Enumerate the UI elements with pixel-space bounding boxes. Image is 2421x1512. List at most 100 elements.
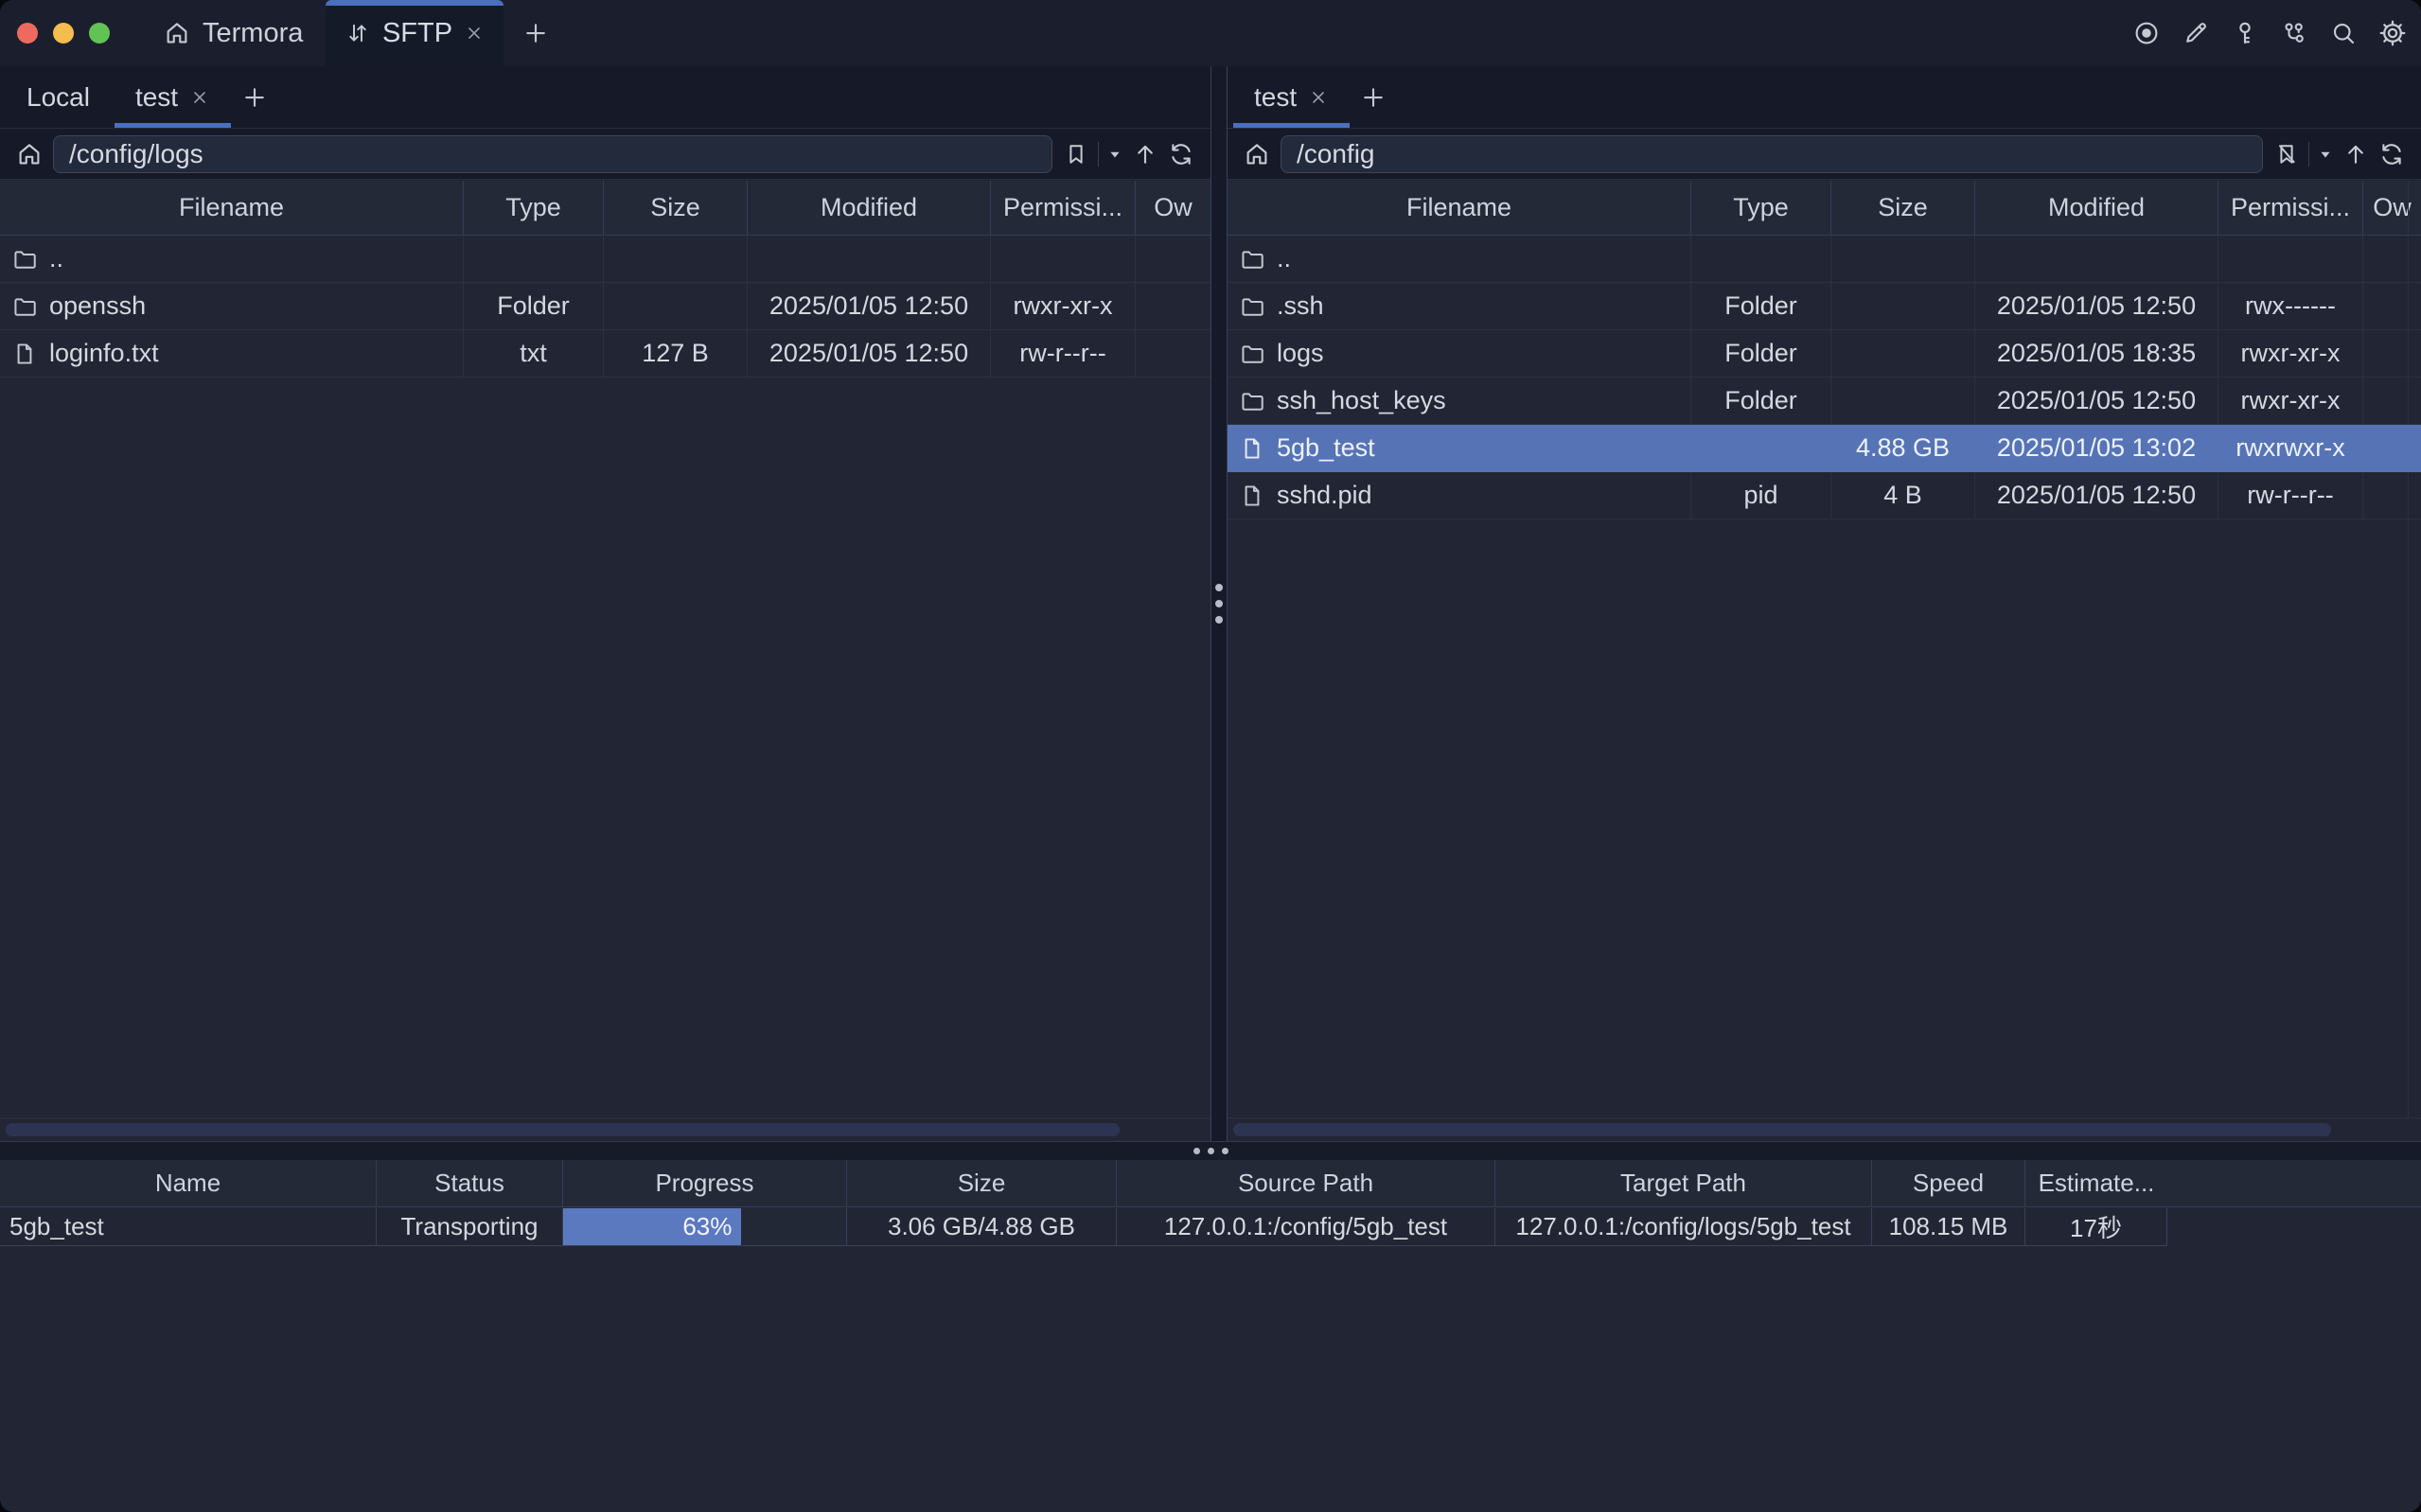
sftp-tab-label: SFTP xyxy=(382,18,452,49)
column-header-filename[interactable]: Filename xyxy=(1228,181,1691,235)
close-icon[interactable] xyxy=(189,87,210,108)
column-header-type[interactable]: Type xyxy=(464,181,604,235)
file-row-..[interactable]: .. xyxy=(1228,236,2421,283)
scrollbar-thumb[interactable] xyxy=(1233,1123,2331,1136)
search-button[interactable] xyxy=(2326,16,2360,50)
column-header-modified[interactable]: Modified xyxy=(1975,181,2218,235)
bookmark-button[interactable] xyxy=(1058,135,1094,173)
column-header-source-path[interactable]: Source Path xyxy=(1117,1160,1495,1206)
close-window-button[interactable] xyxy=(17,23,38,44)
permissions-cell: rwxrwxr-x xyxy=(2218,425,2363,471)
transfers-splitter[interactable] xyxy=(0,1141,2421,1160)
tab-test-left[interactable]: test xyxy=(113,66,233,128)
edit-button[interactable] xyxy=(2179,16,2213,50)
modified-cell: 2025/01/05 13:02 xyxy=(1975,425,2218,471)
column-header-name[interactable]: Name xyxy=(0,1160,377,1206)
bookmark-button[interactable] xyxy=(2269,135,2305,173)
file-row-logs[interactable]: logsFolder2025/01/05 18:35rwxr-xr-x xyxy=(1228,330,2421,378)
known-hosts-button[interactable] xyxy=(2277,16,2311,50)
add-pane-tab-button[interactable] xyxy=(1352,66,1395,128)
owner-cell xyxy=(1136,236,1210,282)
transfer-name-cell: 5gb_test xyxy=(0,1208,377,1246)
column-header-speed[interactable]: Speed xyxy=(1872,1160,2025,1206)
home-button[interactable] xyxy=(1239,135,1275,173)
left-file-table: FilenameTypeSizeModifiedPermissi...Ow ..… xyxy=(0,181,1210,1141)
column-header-permissi-[interactable]: Permissi... xyxy=(991,181,1136,235)
minimize-window-button[interactable] xyxy=(53,23,74,44)
add-pane-tab-button[interactable] xyxy=(233,66,276,128)
filename-cell: 5gb_test xyxy=(1228,425,1691,471)
horizontal-scrollbar[interactable] xyxy=(1228,1117,2421,1141)
plus-icon xyxy=(521,19,550,47)
owner-cell xyxy=(2363,425,2421,471)
transfer-row-5gb_test[interactable]: 5gb_testTransporting63%3.06 GB/4.88 GB12… xyxy=(0,1208,2421,1246)
transfers-header: NameStatusProgressSizeSource PathTarget … xyxy=(0,1160,2421,1207)
folder-icon xyxy=(1239,341,1265,367)
file-row-5gb_test[interactable]: 5gb_test4.88 GB2025/01/05 13:02rwxrwxr-x xyxy=(1228,425,2421,472)
path-input[interactable] xyxy=(1281,135,2263,173)
tab-label: test xyxy=(1254,82,1297,113)
column-header-size[interactable]: Size xyxy=(847,1160,1117,1206)
file-row-loginfo.txt[interactable]: loginfo.txttxt127 B2025/01/05 12:50rw-r-… xyxy=(0,330,1210,378)
keys-button[interactable] xyxy=(2228,16,2262,50)
column-header-modified[interactable]: Modified xyxy=(748,181,991,235)
tab-label: test xyxy=(135,82,178,113)
file-icon xyxy=(1239,435,1265,462)
permissions-cell: rw-r--r-- xyxy=(2218,472,2363,519)
column-header-filename[interactable]: Filename xyxy=(0,181,464,235)
column-header-size[interactable]: Size xyxy=(1831,181,1975,235)
refresh-icon xyxy=(2377,140,2406,168)
close-icon[interactable] xyxy=(1308,87,1329,108)
column-header-ow[interactable]: Ow xyxy=(1136,181,1210,235)
zoom-window-button[interactable] xyxy=(89,23,110,44)
column-header-ow[interactable]: Ow xyxy=(2363,181,2421,235)
file-row-.ssh[interactable]: .sshFolder2025/01/05 12:50rwx------ xyxy=(1228,283,2421,330)
file-row-openssh[interactable]: opensshFolder2025/01/05 12:50rwxr-xr-x xyxy=(0,283,1210,330)
file-row-..[interactable]: .. xyxy=(0,236,1210,283)
record-icon xyxy=(2132,19,2161,47)
column-header-estimate-[interactable]: Estimate... xyxy=(2025,1160,2167,1206)
target-path-cell: 127.0.0.1:/config/logs/5gb_test xyxy=(1495,1208,1872,1246)
permissions-cell xyxy=(991,236,1136,282)
remote-pane: test FilenameTypeSizeModifiedPermissi...… xyxy=(1228,66,2421,1141)
column-header-type[interactable]: Type xyxy=(1691,181,1831,235)
column-header-status[interactable]: Status xyxy=(377,1160,563,1206)
gear-icon xyxy=(2377,18,2408,48)
home-icon xyxy=(163,19,191,47)
bookmark-dropdown-button[interactable] xyxy=(2313,135,2338,173)
record-button[interactable] xyxy=(2129,16,2164,50)
new-tab-button[interactable] xyxy=(517,14,555,52)
tab-termora-home[interactable]: Termora xyxy=(163,18,303,49)
column-header-permissi-[interactable]: Permissi... xyxy=(2218,181,2363,235)
filename-cell: openssh xyxy=(0,283,464,329)
filename-cell: logs xyxy=(1228,330,1691,377)
file-row-ssh_host_keys[interactable]: ssh_host_keysFolder2025/01/05 12:50rwxr-… xyxy=(1228,378,2421,425)
tab-test-right[interactable]: test xyxy=(1231,66,1352,128)
horizontal-scrollbar[interactable] xyxy=(0,1117,1210,1141)
folder-icon xyxy=(1239,388,1265,414)
divider xyxy=(2308,142,2309,167)
bookmark-off-icon xyxy=(2273,141,2300,167)
size-cell: 4 B xyxy=(1831,472,1975,519)
refresh-button[interactable] xyxy=(2374,135,2410,173)
parent-directory-button[interactable] xyxy=(2338,135,2374,173)
tab-local[interactable]: Local xyxy=(4,66,113,128)
bookmark-dropdown-button[interactable] xyxy=(1103,135,1127,173)
file-row-sshd.pid[interactable]: sshd.pidpid4 B2025/01/05 12:50rw-r--r-- xyxy=(1228,472,2421,519)
pane-splitter[interactable] xyxy=(1210,66,1228,1141)
settings-button[interactable] xyxy=(2376,16,2410,50)
close-icon[interactable] xyxy=(464,23,485,44)
file-icon xyxy=(1239,483,1265,509)
home-button[interactable] xyxy=(11,135,47,173)
refresh-button[interactable] xyxy=(1163,135,1199,173)
file-icon xyxy=(11,341,38,367)
column-header-target-path[interactable]: Target Path xyxy=(1495,1160,1872,1206)
scrollbar-thumb[interactable] xyxy=(6,1123,1120,1136)
progress-label: 63% xyxy=(682,1212,741,1241)
column-header-size[interactable]: Size xyxy=(604,181,748,235)
tab-sftp[interactable]: SFTP xyxy=(326,0,504,66)
type-cell: Folder xyxy=(464,283,604,329)
parent-directory-button[interactable] xyxy=(1127,135,1163,173)
column-header-progress[interactable]: Progress xyxy=(563,1160,847,1206)
path-input[interactable] xyxy=(53,135,1052,173)
